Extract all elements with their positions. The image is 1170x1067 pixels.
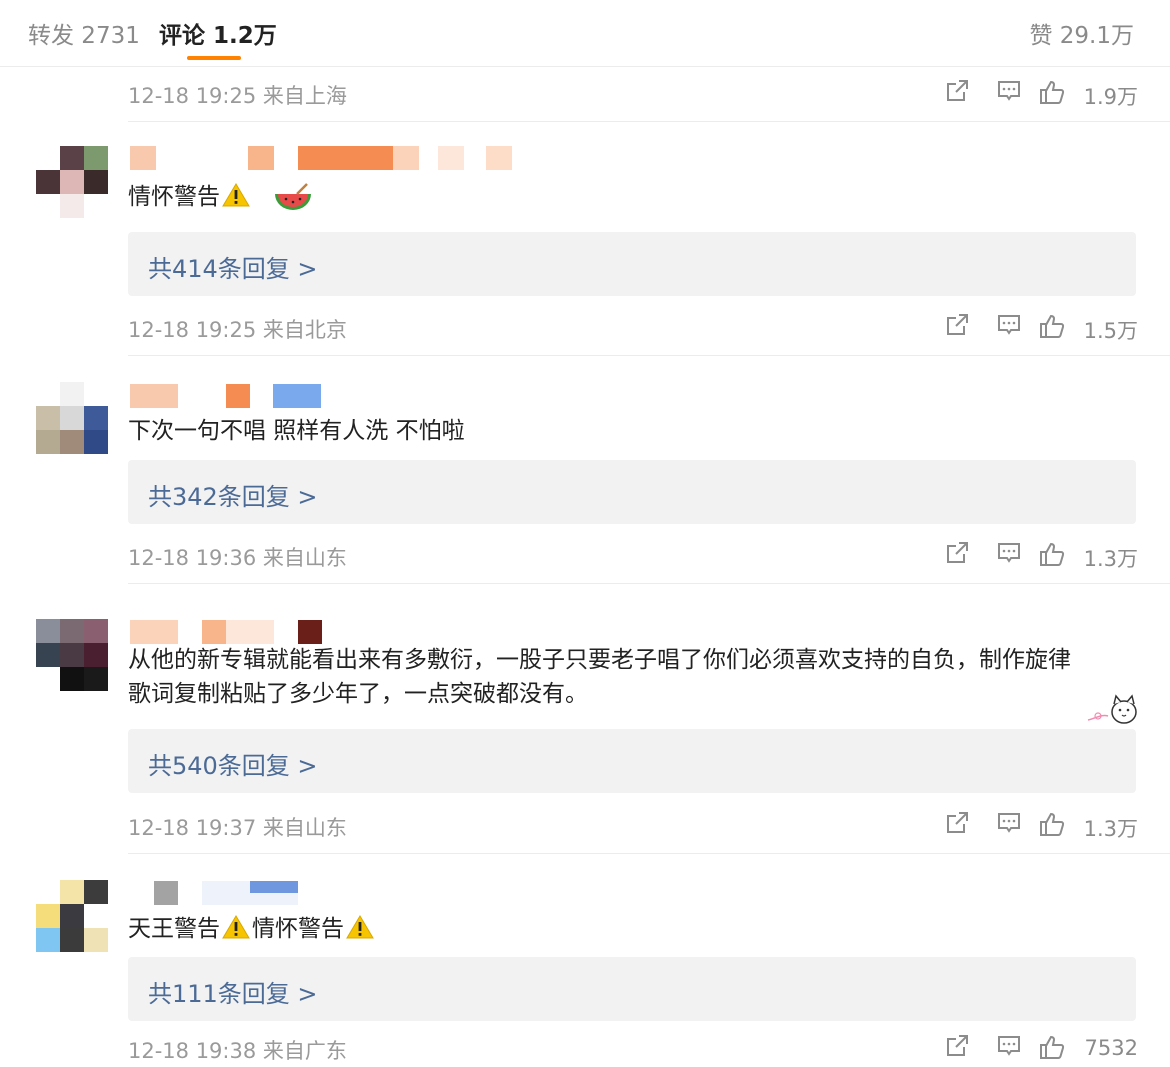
like-button[interactable]: 7532 — [1038, 1033, 1138, 1063]
divider — [128, 355, 1170, 356]
comment-timestamp: 12-18 19:38 来自广东 — [128, 1039, 347, 1063]
comment-icon[interactable] — [996, 78, 1022, 108]
share-icon[interactable] — [944, 540, 970, 570]
like-button[interactable]: 1.5万 — [1038, 312, 1138, 344]
divider — [128, 121, 1170, 122]
comment-text-content: 天王警告 — [128, 916, 220, 942]
username-blurred[interactable] — [128, 146, 548, 170]
comment-timestamp: 12-18 19:36 来自山东 — [128, 546, 347, 570]
comment-icon[interactable] — [996, 1033, 1022, 1063]
like-count: 1.3万 — [1083, 547, 1138, 571]
reply-summary[interactable]: 共342条回复 > — [128, 460, 1136, 524]
view-replies-link[interactable]: 共111条回复 > — [148, 974, 318, 1009]
comment-text: 情怀警告 — [128, 180, 313, 228]
comment-text-content: 情怀警告 — [128, 184, 220, 210]
divider — [128, 853, 1170, 854]
comment-text: 下次一句不唱 照样有人洗 不怕啦 — [128, 418, 465, 444]
tab-likes[interactable]: 赞 29.1万 — [1029, 16, 1134, 50]
comment-text-content: 情怀警告 — [252, 916, 344, 942]
like-count: 1.5万 — [1083, 319, 1138, 343]
view-replies-link[interactable]: 共540条回复 > — [148, 746, 318, 781]
comment-timestamp: 12-18 19:37 来自山东 — [128, 816, 347, 840]
comment-icon[interactable] — [996, 540, 1022, 570]
comment-text: 从他的新专辑就能看出来有多敷衍，一股子只要老子唱了你们必须喜欢支持的自负，制作旋… — [128, 643, 1071, 711]
share-icon[interactable] — [944, 78, 970, 108]
like-button[interactable]: 1.3万 — [1038, 540, 1138, 572]
thumbs-up-icon — [1038, 1033, 1066, 1065]
warning-icon — [346, 914, 374, 950]
view-replies-link[interactable]: 共342条回复 > — [148, 477, 318, 512]
avatar[interactable] — [36, 619, 108, 691]
share-icon[interactable] — [944, 810, 970, 840]
like-count: 7532 — [1084, 1036, 1138, 1060]
thumbs-up-icon — [1038, 312, 1066, 344]
thumbs-up-icon — [1038, 78, 1066, 110]
like-button[interactable]: 1.9万 — [1038, 78, 1138, 110]
thumbs-up-icon — [1038, 810, 1066, 842]
comment-timestamp: 12-18 19:25 来自北京 — [128, 318, 347, 342]
comment-text-line: 歌词复制粘贴了多少年了，一点突破都没有。 — [128, 681, 588, 707]
comment-meta-row: 12-18 19:38 来自广东 7532 — [128, 1027, 1138, 1067]
thumbs-up-icon — [1038, 540, 1066, 572]
comment-text: 天王警告 情怀警告 — [128, 912, 376, 950]
like-count: 1.9万 — [1083, 85, 1138, 109]
comment-icon[interactable] — [996, 810, 1022, 840]
comment-meta-row: 12-18 19:36 来自山东 1.3万 — [128, 534, 1138, 574]
view-replies-link[interactable]: 共414条回复 > — [148, 249, 318, 284]
active-tab-indicator — [187, 56, 241, 60]
like-button[interactable]: 1.3万 — [1038, 810, 1138, 842]
comment-meta-row: 12-18 19:37 来自山东 1.3万 — [128, 804, 1138, 844]
avatar[interactable] — [36, 382, 108, 454]
avatar[interactable] — [36, 146, 108, 218]
warning-icon — [222, 182, 250, 218]
username-blurred[interactable] — [128, 881, 548, 905]
divider — [128, 583, 1170, 584]
comment-meta-row: 12-18 19:25 来自北京 1.5万 — [128, 306, 1138, 346]
comment-meta-row: 12-18 19:25 来自上海 1.9万 — [128, 72, 1138, 112]
reply-summary[interactable]: 共111条回复 > — [128, 957, 1136, 1021]
tab-repost[interactable]: 转发 2731 — [28, 16, 140, 50]
avatar[interactable] — [36, 880, 108, 952]
comment-tabs: 转发 2731 评论 1.2万 赞 29.1万 — [0, 0, 1170, 67]
warning-icon — [222, 914, 250, 950]
reply-summary[interactable]: 共414条回复 > — [128, 232, 1136, 296]
like-count: 1.3万 — [1083, 817, 1138, 841]
watermelon-emoji-icon — [273, 182, 313, 228]
username-blurred[interactable] — [128, 384, 548, 408]
share-icon[interactable] — [944, 1033, 970, 1063]
reply-summary[interactable]: 共540条回复 > — [128, 729, 1136, 793]
comment-text-line: 从他的新专辑就能看出来有多敷衍，一股子只要老子唱了你们必须喜欢支持的自负，制作旋… — [128, 647, 1071, 673]
username-blurred[interactable] — [128, 620, 548, 644]
comment-timestamp: 12-18 19:25 来自上海 — [128, 84, 347, 108]
comment-icon[interactable] — [996, 312, 1022, 342]
cat-sticker-icon — [1086, 690, 1142, 730]
tab-comment[interactable]: 评论 1.2万 — [159, 16, 277, 50]
share-icon[interactable] — [944, 312, 970, 342]
